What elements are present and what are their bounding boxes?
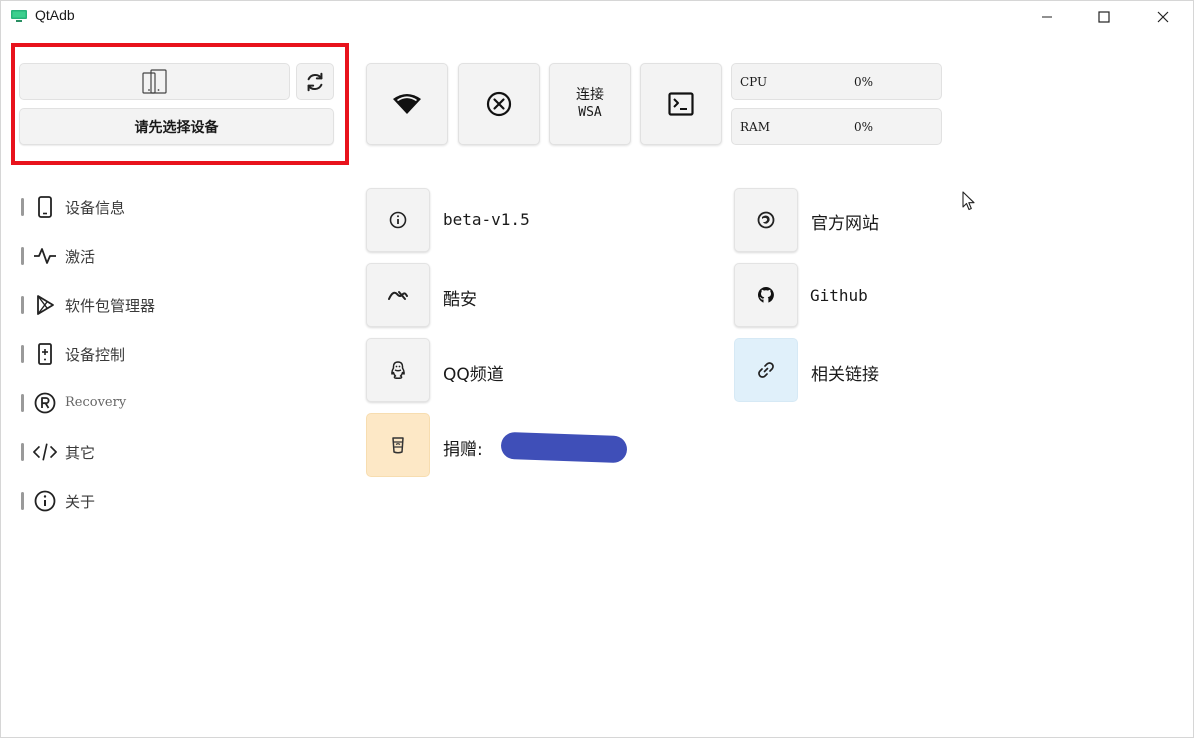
minimize-button[interactable] — [1024, 1, 1070, 33]
close-circle-icon — [486, 91, 512, 117]
two-phones-icon — [141, 68, 167, 94]
nav-indicator — [21, 394, 24, 412]
close-button[interactable] — [1140, 1, 1186, 33]
version-button[interactable] — [366, 188, 430, 252]
sidebar-item-device-info[interactable]: 设备信息 — [19, 183, 339, 232]
sidebar-item-label: 设备控制 — [65, 346, 126, 364]
globe-icon — [757, 211, 775, 229]
wifi-icon — [393, 94, 421, 114]
sidebar-item-label: Recovery — [65, 395, 127, 410]
close-icon — [1157, 11, 1169, 23]
donate-button[interactable] — [366, 413, 430, 477]
nav-indicator — [21, 198, 24, 216]
sidebar-item-other[interactable]: 其它 — [19, 428, 339, 477]
donate-label: 捐赠: — [443, 440, 483, 460]
related-links-label: 相关链接 — [811, 365, 879, 385]
connect-wsa-line1: 连接 — [576, 87, 604, 103]
related-links-button[interactable] — [734, 338, 798, 402]
website-label: 官方网站 — [811, 214, 879, 234]
device-selector-button[interactable] — [19, 63, 290, 100]
device-panel-highlight — [11, 43, 349, 165]
sidebar-item-package-manager[interactable]: 软件包管理器 — [19, 281, 339, 330]
sidebar-item-label: 关于 — [65, 493, 96, 511]
nav-indicator — [21, 345, 24, 363]
qq-channel-button[interactable] — [366, 338, 430, 402]
sidebar-item-about[interactable]: 关于 — [19, 477, 339, 526]
sidebar-nav: 设备信息 激活 软件包管理器 设备控制 Recovery 其它 关于 — [19, 183, 339, 526]
maximize-icon — [1098, 11, 1110, 23]
mouse-cursor-icon — [962, 191, 975, 211]
sidebar-item-recovery[interactable]: Recovery — [19, 379, 339, 428]
ram-value: 0% — [854, 120, 874, 134]
select-device-button[interactable]: 请先选择设备 — [19, 108, 334, 145]
refresh-button[interactable] — [296, 63, 334, 100]
info-icon — [33, 489, 57, 513]
nav-indicator — [21, 492, 24, 510]
cpu-stat: CPU 0% — [731, 63, 942, 100]
remote-icon — [33, 342, 57, 366]
github-button[interactable] — [734, 263, 798, 327]
redacted-donate-info — [500, 431, 628, 464]
coolapk-icon — [388, 291, 408, 300]
github-label: Github — [810, 286, 868, 305]
sidebar-item-label: 软件包管理器 — [65, 297, 156, 315]
window-title: QtAdb — [35, 7, 75, 23]
app-window: QtAdb 请先选择设备 设备信息 激活 软件包管理器 设备控制 Recover… — [0, 0, 1194, 738]
sidebar-item-activate[interactable]: 激活 — [19, 232, 339, 281]
coffee-cup-icon — [392, 437, 404, 454]
qq-channel-label: QQ频道 — [443, 365, 504, 385]
phone-icon — [33, 195, 57, 219]
version-label: beta-v1.5 — [443, 210, 530, 229]
github-icon — [757, 287, 774, 303]
connect-wsa-label: 连接 WSA — [576, 86, 604, 122]
code-icon — [33, 440, 57, 464]
app-logo-icon — [11, 10, 27, 22]
nav-indicator — [21, 296, 24, 314]
connect-wsa-button[interactable]: 连接 WSA — [549, 63, 631, 145]
title-bar[interactable]: QtAdb — [1, 1, 1193, 33]
link-icon — [758, 362, 774, 378]
disconnect-button[interactable] — [458, 63, 540, 145]
maximize-button[interactable] — [1081, 1, 1127, 33]
registered-icon — [33, 391, 57, 415]
refresh-icon — [307, 72, 323, 91]
terminal-icon — [668, 92, 694, 116]
activity-icon — [33, 244, 57, 268]
connect-wsa-line2: WSA — [578, 105, 602, 120]
cpu-value: 0% — [854, 75, 874, 89]
cpu-label: CPU — [740, 75, 768, 89]
coolapk-label: 酷安 — [443, 290, 477, 310]
coolapk-button[interactable] — [366, 263, 430, 327]
ram-stat: RAM 0% — [731, 108, 942, 145]
terminal-button[interactable] — [640, 63, 722, 145]
nav-indicator — [21, 443, 24, 461]
play-icon — [33, 293, 57, 317]
wifi-connect-button[interactable] — [366, 63, 448, 145]
qq-penguin-icon — [391, 361, 405, 379]
info-icon — [389, 211, 407, 229]
sidebar-item-label: 激活 — [65, 248, 96, 266]
minimize-icon — [1042, 16, 1052, 18]
nav-indicator — [21, 247, 24, 265]
sidebar-item-label: 其它 — [65, 444, 96, 462]
website-button[interactable] — [734, 188, 798, 252]
sidebar-item-label: 设备信息 — [65, 199, 126, 217]
ram-label: RAM — [740, 120, 770, 134]
sidebar-item-device-control[interactable]: 设备控制 — [19, 330, 339, 379]
